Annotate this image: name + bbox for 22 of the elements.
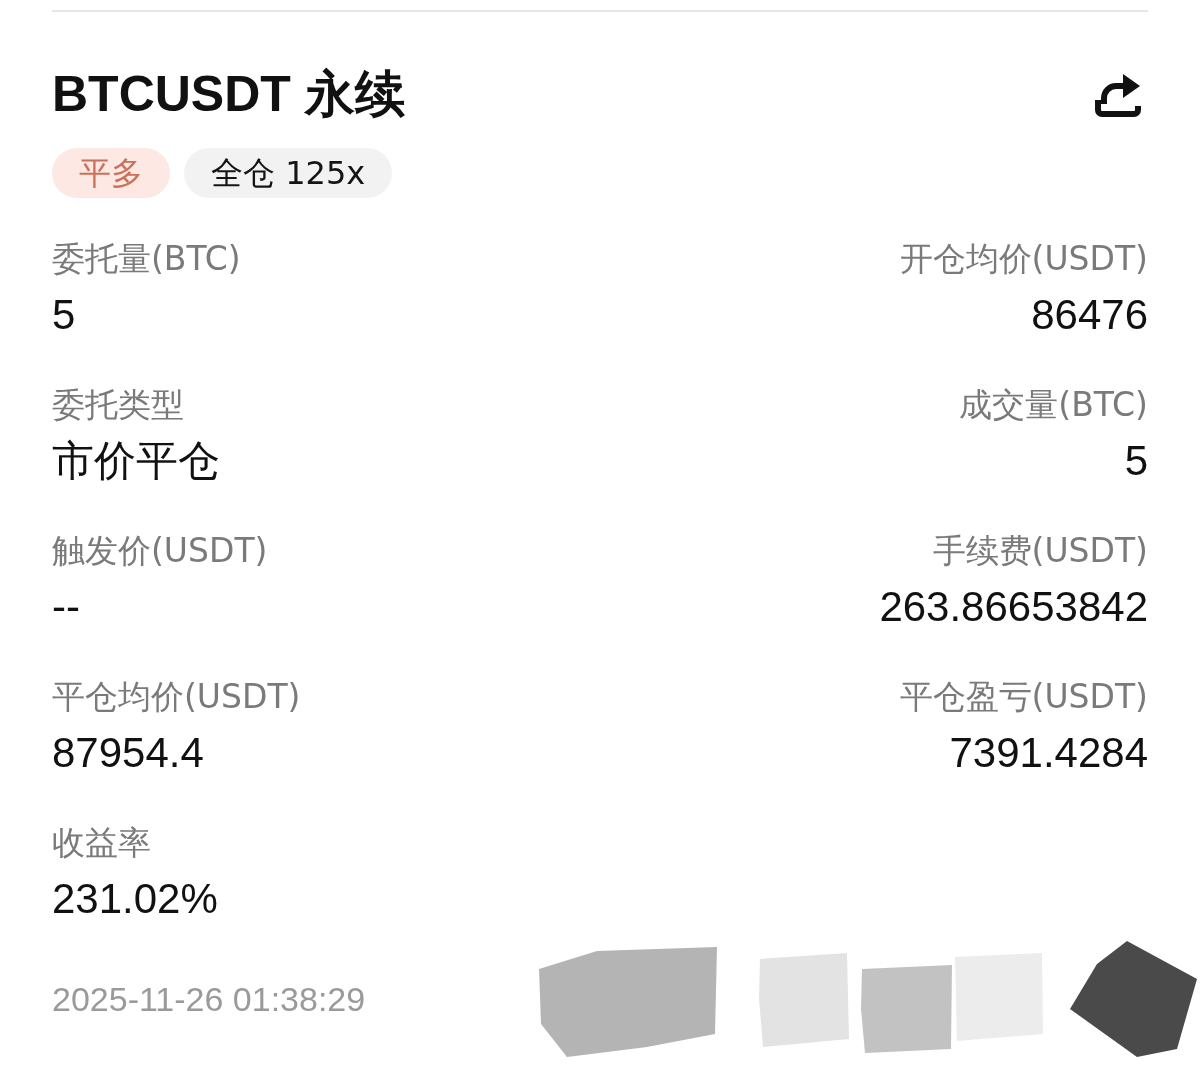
field-value: -- xyxy=(52,582,80,632)
position-side-tag: 平多 xyxy=(52,148,170,198)
margin-mode-tag: 全仓 125x xyxy=(184,148,393,198)
field-label: 委托类型 xyxy=(52,385,184,425)
field-label: 委托量(BTC) xyxy=(52,239,241,279)
field-value: 87954.4 xyxy=(52,728,204,778)
field-label: 触发价(USDT) xyxy=(52,531,268,571)
field-value: 86476 xyxy=(1031,290,1148,340)
page-title: BTCUSDT 永续 xyxy=(52,65,405,123)
field-label: 开仓均价(USDT) xyxy=(899,239,1148,279)
field-value: 231.02% xyxy=(52,874,218,924)
field-label: 平仓均价(USDT) xyxy=(52,677,301,717)
order-timestamp: 2025-11-26 01:38:29 xyxy=(52,979,366,1019)
field-value: 7391.4284 xyxy=(949,728,1148,778)
field-value: 263.86653842 xyxy=(879,582,1148,632)
field-label: 成交量(BTC) xyxy=(959,385,1148,425)
field-label: 手续费(USDT) xyxy=(932,531,1148,571)
field-label: 平仓盈亏(USDT) xyxy=(899,677,1148,717)
field-value: 5 xyxy=(52,290,76,340)
field-value: 5 xyxy=(1124,436,1148,486)
field-value: 市价平仓 xyxy=(52,436,220,486)
field-label: 收益率 xyxy=(52,823,151,863)
